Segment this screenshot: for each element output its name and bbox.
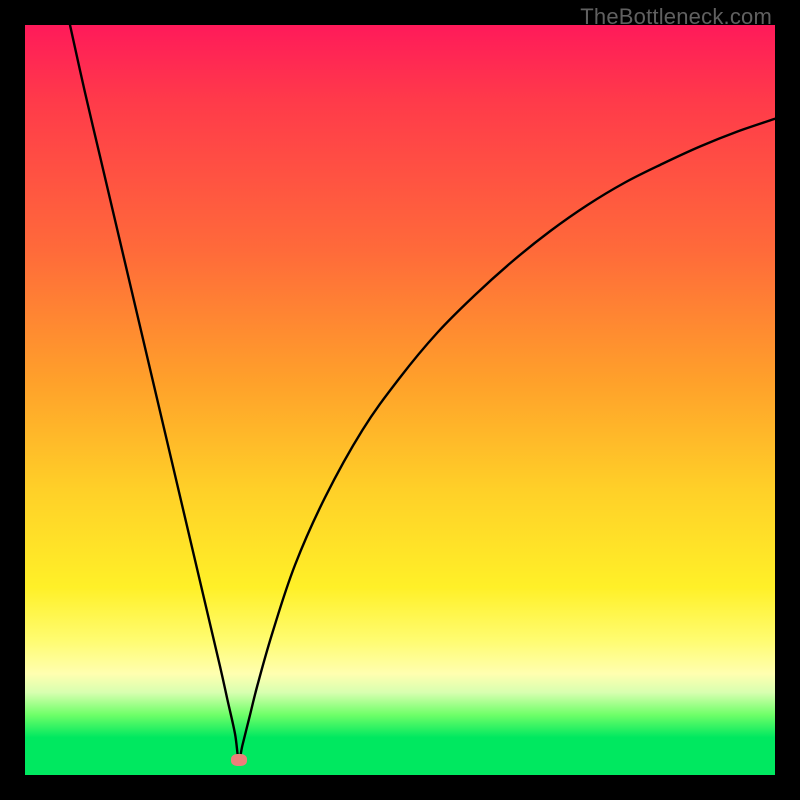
chart-frame: TheBottleneck.com: [0, 0, 800, 800]
optimum-marker: [231, 754, 247, 766]
curve-svg: [25, 25, 775, 775]
bottleneck-curve: [70, 25, 775, 760]
plot-area: [25, 25, 775, 775]
